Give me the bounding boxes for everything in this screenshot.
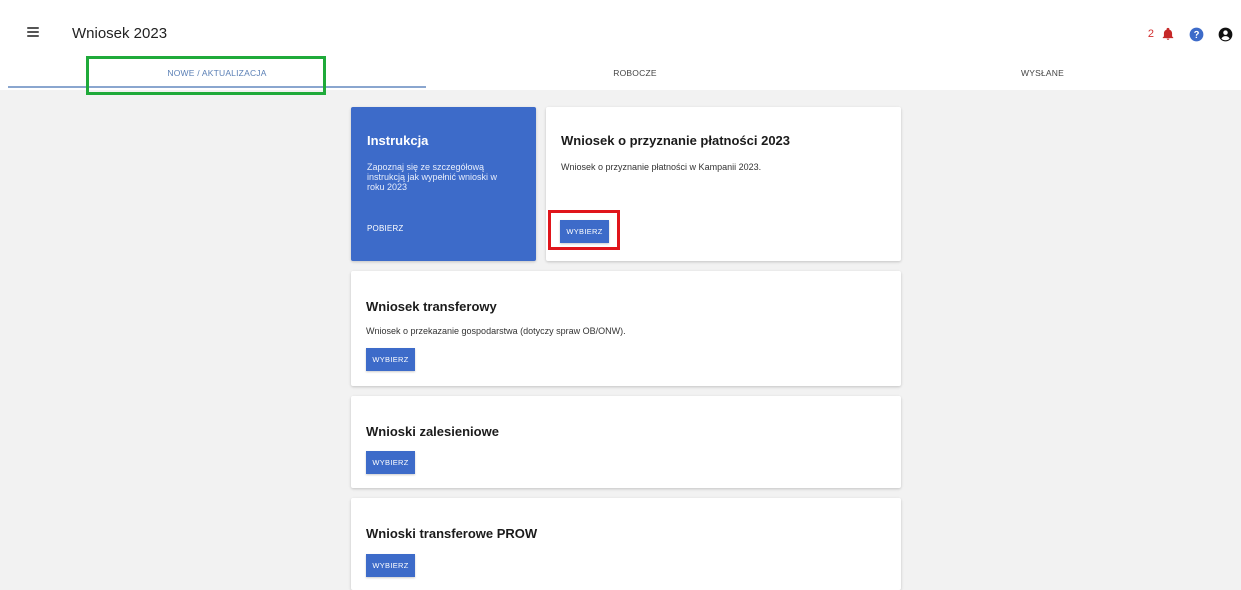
top-app-bar: Wniosek 2023 2 NOWE / AKTUALIZACJA ROBOC… [0,0,1241,90]
active-tab-indicator [8,86,426,88]
user-icon[interactable] [1218,27,1233,42]
card-payment-application: Wniosek o przyznanie płatności 2023 Wnio… [546,107,901,261]
card-afforestation-applications: Wnioski zalesieniowe WYBIERZ [351,396,901,488]
select-button[interactable]: WYBIERZ [366,451,415,474]
tab-wyslane[interactable]: WYSŁANE [844,58,1241,88]
card-title: Wnioski zalesieniowe [366,424,499,439]
card-title: Wniosek o przyznanie płatności 2023 [561,133,791,148]
menu-icon[interactable] [27,27,39,37]
tab-nowe-aktualizacja[interactable]: NOWE / AKTUALIZACJA [8,58,426,88]
bell-icon[interactable] [1161,27,1175,41]
card-description: Wniosek o przyznanie płatności w Kampani… [561,162,762,172]
select-button[interactable]: WYBIERZ [366,348,415,371]
card-title: Wniosek transferowy [366,299,497,314]
select-button[interactable]: WYBIERZ [560,220,609,243]
instruction-title: Instrukcja [367,133,429,148]
select-button[interactable]: WYBIERZ [366,554,415,577]
top-right-actions: 2 [1148,26,1233,42]
card-prow-transfer-applications: Wnioski transferowe PROW WYBIERZ [351,498,901,590]
help-icon[interactable] [1189,27,1204,42]
tab-robocze[interactable]: ROBOCZE [426,58,844,88]
tab-bar: NOWE / AKTUALIZACJA ROBOCZE WYSŁANE [8,58,1241,90]
page-title: Wniosek 2023 [72,25,168,42]
card-description: Wniosek o przekazanie gospodarstwa (doty… [366,326,626,336]
instruction-card: Instrukcja Zapoznaj się ze szczegółową i… [351,107,536,261]
download-link[interactable]: POBIERZ [367,224,404,233]
card-transfer-application: Wniosek transferowy Wniosek o przekazani… [351,271,901,386]
instruction-description: Zapoznaj się ze szczegółową instrukcją j… [367,162,498,192]
card-title: Wnioski transferowe PROW [366,526,538,541]
notification-count: 2 [1147,28,1154,40]
